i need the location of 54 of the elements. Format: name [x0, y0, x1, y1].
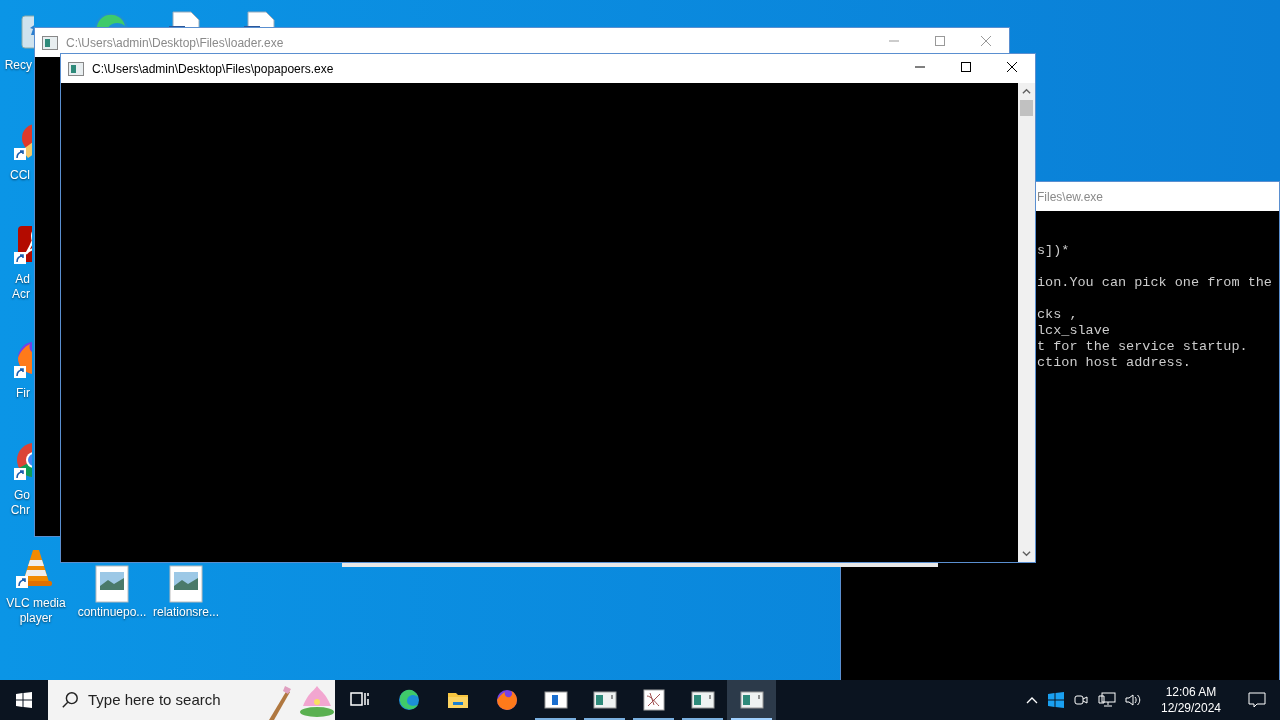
scrollbar[interactable] — [1018, 83, 1035, 562]
fox-globe-icon — [494, 688, 519, 712]
icon-label: Ad — [14, 272, 31, 287]
icon-label: Go — [13, 488, 31, 503]
maximize-icon — [935, 36, 945, 46]
console-line: ction host address. — [1037, 355, 1192, 371]
icon-label: CCl — [9, 168, 31, 183]
console-app-icon — [739, 688, 764, 712]
console-app-icon — [42, 35, 58, 50]
console-line: cks , — [1037, 307, 1079, 323]
search-box[interactable]: Type here to search — [48, 680, 335, 720]
icon-label: relationsre... — [153, 605, 219, 620]
console-app-icon — [690, 688, 715, 712]
image-file-icon[interactable] — [92, 564, 132, 604]
image-file-icon[interactable] — [166, 564, 206, 604]
edge-icon — [396, 688, 421, 712]
icon-label: player — [19, 611, 53, 626]
chevron-up-icon[interactable] — [1026, 696, 1038, 704]
volume-icon[interactable] — [1124, 692, 1142, 708]
camera-icon[interactable] — [1073, 692, 1089, 708]
running-indicator — [584, 718, 625, 720]
running-indicator — [731, 718, 772, 720]
console-line: t for the service startup. — [1037, 339, 1249, 355]
icon-label: continuepo... — [77, 605, 147, 620]
search-field[interactable]: Type here to search — [88, 688, 258, 712]
icon-label: VLC media — [6, 596, 66, 611]
icon-label: Recy — [3, 58, 33, 73]
window-title: C:\Users\admin\Desktop\Files\loader.exe — [66, 34, 284, 52]
clock[interactable]: 12:06 AM 12/29/2024 — [1152, 684, 1230, 716]
maximize-icon — [961, 62, 971, 72]
console-line: s])* — [1037, 243, 1071, 259]
console-line: ion.You can pick one from the — [1037, 275, 1273, 291]
scrollbar-thumb[interactable] — [1020, 100, 1033, 116]
running-indicator — [633, 718, 674, 720]
console-line: lcx_slave — [1037, 323, 1111, 339]
running-indicator — [535, 718, 576, 720]
window-icon — [543, 688, 568, 712]
close-icon — [981, 36, 991, 46]
search-icon — [61, 691, 79, 709]
window-title: Files\ew.exe — [1037, 188, 1104, 206]
console-app-icon — [592, 688, 617, 712]
sketch-icon — [641, 688, 666, 712]
taskbar-button[interactable] — [727, 680, 776, 720]
windows-logo-icon — [16, 692, 32, 708]
network-icon[interactable] — [1098, 692, 1116, 708]
close-icon — [1007, 62, 1017, 72]
running-indicator — [682, 718, 723, 720]
icon-label: Fir — [15, 386, 31, 401]
notification-icon[interactable] — [1248, 692, 1266, 708]
windows-logo-icon[interactable] — [1048, 692, 1064, 708]
icon-label: Chr — [9, 503, 31, 518]
console-app-icon — [68, 61, 84, 76]
window-title: C:\Users\admin\Desktop\Files\popapoers.exe — [92, 60, 334, 78]
icon-label: Acr — [11, 287, 31, 302]
